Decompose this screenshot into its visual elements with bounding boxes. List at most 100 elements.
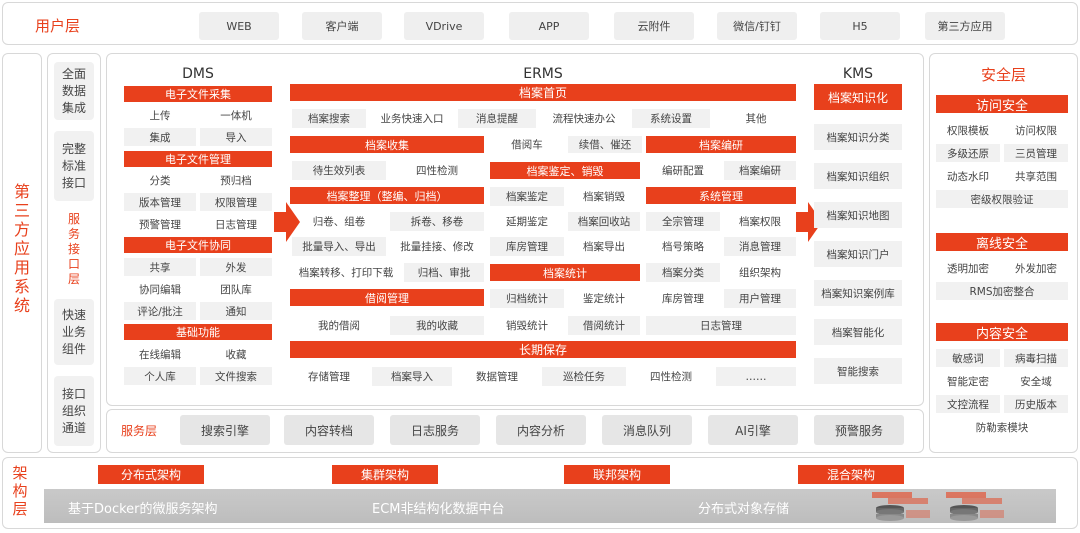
erms-archive-permission[interactable]: 档案权限	[724, 212, 796, 231]
erms-archive-classify[interactable]: 档案分类	[646, 263, 720, 282]
security-access-header[interactable]: 访问安全	[936, 95, 1068, 114]
dms-item-warning[interactable]: 预警管理	[124, 215, 196, 233]
erms-data-mgmt[interactable]: 数据管理	[458, 367, 536, 386]
erms-more[interactable]: ……	[716, 367, 796, 386]
erms-borrow-stats[interactable]: 借阅统计	[568, 316, 640, 335]
erms-inspection[interactable]: 巡检任务	[542, 367, 626, 386]
arch-tag-distributed[interactable]: 分布式架构	[98, 465, 204, 484]
erms-batch-import[interactable]: 批量导入、导出	[292, 237, 386, 256]
service-log[interactable]: 日志服务	[390, 415, 480, 445]
erms-my-borrow[interactable]: 我的借阅	[292, 316, 386, 335]
dms-item-team-lib[interactable]: 团队库	[200, 280, 272, 298]
erms-transfer-print[interactable]: 档案转移、打印下载	[292, 263, 400, 282]
erms-archive-approve[interactable]: 归档、审批	[404, 263, 484, 282]
sec-three-admins[interactable]: 三员管理	[1004, 144, 1068, 162]
service-warning[interactable]: 预警服务	[814, 415, 904, 445]
erms-home-item-workflow[interactable]: 流程快速办公	[542, 109, 626, 128]
erms-stats-header[interactable]: 档案统计	[490, 264, 640, 281]
erms-collect-header[interactable]: 档案收集	[290, 136, 484, 153]
dms-item-send-out[interactable]: 外发	[200, 258, 272, 276]
kms-header[interactable]: 档案知识化	[814, 84, 902, 110]
dms-header-manage[interactable]: 电子文件管理	[124, 151, 272, 167]
arch-tag-federation[interactable]: 联邦架构	[564, 465, 670, 484]
erms-pending-list[interactable]: 待生效列表	[292, 161, 386, 180]
sec-secret-verify[interactable]: 密级权限验证	[936, 190, 1068, 208]
erms-destroy-stats[interactable]: 销毁统计	[490, 316, 564, 335]
sec-security-domain[interactable]: 安全域	[1004, 372, 1068, 390]
user-item-app[interactable]: APP	[509, 12, 589, 40]
erms-storage-mgmt[interactable]: 存储管理	[292, 367, 366, 386]
dms-item-share[interactable]: 共享	[124, 258, 196, 276]
sec-permission-template[interactable]: 权限模板	[936, 121, 1000, 139]
erms-borrow-cart[interactable]: 借阅车	[490, 136, 564, 153]
erms-archive-export[interactable]: 档案导出	[568, 237, 640, 256]
user-item-third-party[interactable]: 第三方应用	[925, 12, 1005, 40]
dms-header-collab[interactable]: 电子文件协同	[124, 237, 272, 253]
dms-item-import[interactable]: 导入	[200, 128, 272, 146]
user-item-client[interactable]: 客户端	[302, 12, 382, 40]
erms-identify-header[interactable]: 档案鉴定、销毁	[490, 162, 640, 179]
sec-smart-classify[interactable]: 智能定密	[936, 372, 1000, 390]
dms-item-pre-archive[interactable]: 预归档	[200, 171, 272, 189]
erms-edit-config[interactable]: 编研配置	[646, 161, 720, 180]
user-item-h5[interactable]: H5	[820, 12, 900, 40]
erms-my-favorite[interactable]: 我的收藏	[390, 316, 484, 335]
erms-home-item-other[interactable]: 其他	[716, 109, 796, 128]
dms-header-collect[interactable]: 电子文件采集	[124, 86, 272, 102]
dms-item-upload[interactable]: 上传	[124, 106, 196, 124]
sec-ransomware[interactable]: 防勒索模块	[936, 418, 1068, 436]
user-item-web[interactable]: WEB	[199, 12, 279, 40]
sec-sensitive-words[interactable]: 敏感词	[936, 349, 1000, 367]
kms-item-intelligent[interactable]: 档案智能化	[814, 319, 902, 345]
dms-item-log[interactable]: 日志管理	[200, 215, 272, 233]
service-search-engine[interactable]: 搜索引擎	[180, 415, 270, 445]
user-item-cloud-attachment[interactable]: 云附件	[614, 12, 694, 40]
erms-archive-import[interactable]: 档案导入	[372, 367, 452, 386]
erms-recycle-bin[interactable]: 档案回收站	[568, 212, 640, 231]
service-content-analysis[interactable]: 内容分析	[496, 415, 586, 445]
erms-home-item-message[interactable]: 消息提醒	[458, 109, 536, 128]
sec-rms-encrypt[interactable]: RMS加密整合	[936, 282, 1068, 300]
kms-item-smart-search[interactable]: 智能搜索	[814, 358, 902, 384]
dms-item-favorite[interactable]: 收藏	[200, 345, 272, 363]
erms-destroy-item[interactable]: 档案销毁	[568, 187, 640, 206]
kms-item-classify[interactable]: 档案知识分类	[814, 124, 902, 150]
erms-warehouse-mgmt[interactable]: 库房管理	[646, 289, 720, 308]
sec-outgoing-encrypt[interactable]: 外发加密	[1004, 259, 1068, 277]
erms-org-structure[interactable]: 组织架构	[724, 263, 796, 282]
erms-long-term-header[interactable]: 长期保存	[290, 341, 796, 358]
dms-item-co-edit[interactable]: 协同编辑	[124, 280, 196, 298]
dms-item-personal-lib[interactable]: 个人库	[124, 367, 196, 385]
dms-header-basic[interactable]: 基础功能	[124, 324, 272, 340]
user-item-vdrive[interactable]: VDrive	[404, 12, 484, 40]
erms-organize-header[interactable]: 档案整理（整编、归档）	[290, 187, 484, 204]
dms-item-integrate[interactable]: 集成	[124, 128, 196, 146]
sec-access-permission[interactable]: 访问权限	[1004, 121, 1068, 139]
sec-virus-scan[interactable]: 病毒扫描	[1004, 349, 1068, 367]
sec-transparent-encrypt[interactable]: 透明加密	[936, 259, 1000, 277]
erms-home-item-quick-entry[interactable]: 业务快速入口	[372, 109, 452, 128]
dms-item-all-in-one[interactable]: 一体机	[200, 106, 272, 124]
sec-doc-control[interactable]: 文控流程	[936, 395, 1000, 413]
arch-tag-hybrid[interactable]: 混合架构	[798, 465, 904, 484]
erms-number-policy[interactable]: 档号策略	[646, 237, 720, 256]
kms-item-case-lib[interactable]: 档案知识案例库	[814, 280, 902, 306]
erms-edit-archive[interactable]: 档案编研	[724, 161, 796, 180]
erms-four-check[interactable]: 四性检测	[390, 161, 484, 180]
security-content-header[interactable]: 内容安全	[936, 323, 1068, 342]
service-content-convert[interactable]: 内容转档	[284, 415, 374, 445]
erms-edit-header[interactable]: 档案编研	[646, 136, 796, 153]
erms-borrow-header[interactable]: 借阅管理	[290, 289, 484, 306]
dms-item-notify[interactable]: 通知	[200, 302, 272, 320]
sec-multi-restore[interactable]: 多级还原	[936, 144, 1000, 162]
erms-archive-stats[interactable]: 归档统计	[490, 289, 564, 308]
security-offline-header[interactable]: 离线安全	[936, 233, 1068, 252]
service-ai-engine[interactable]: AI引擎	[708, 415, 798, 445]
kms-item-portal[interactable]: 档案知识门户	[814, 241, 902, 267]
erms-message-mgmt[interactable]: 消息管理	[724, 237, 796, 256]
sec-share-scope[interactable]: 共享范围	[1004, 167, 1068, 185]
arch-tag-cluster[interactable]: 集群架构	[332, 465, 438, 484]
erms-identify-stats[interactable]: 鉴定统计	[568, 289, 640, 308]
sec-dynamic-watermark[interactable]: 动态水印	[936, 167, 1000, 185]
erms-home-item-search[interactable]: 档案搜索	[292, 109, 366, 128]
